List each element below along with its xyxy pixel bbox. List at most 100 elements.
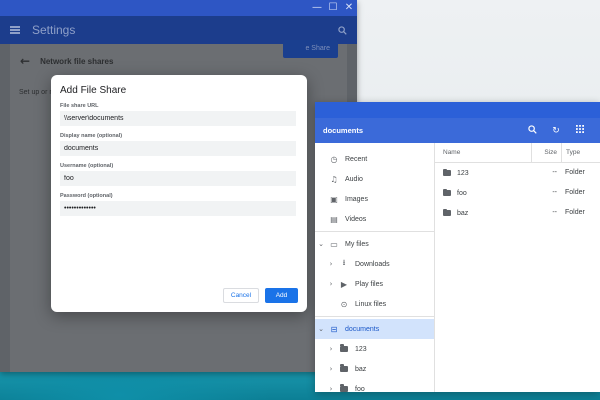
nav-label: foo <box>355 385 365 393</box>
file-type: Folder <box>565 189 585 196</box>
files-header: documents ↻ <box>315 118 600 143</box>
search-icon[interactable] <box>520 124 544 137</box>
display-name-label: Display name (optional) <box>60 133 123 139</box>
close-icon[interactable]: ✕ <box>341 0 357 16</box>
nav-label: My files <box>345 240 369 248</box>
nav-item-images[interactable]: ▣ Images <box>315 189 434 209</box>
dialog-title: Add File Share <box>60 85 127 96</box>
video-icon: ▤ <box>330 214 338 224</box>
folder-icon <box>337 384 351 394</box>
display-name-input[interactable] <box>60 141 296 156</box>
minimize-icon[interactable]: — <box>309 0 325 16</box>
page-title: Network file shares <box>40 56 114 66</box>
column-header-size[interactable]: Size <box>531 143 561 162</box>
chevron-right-icon[interactable]: › <box>325 385 337 393</box>
nav-label: documents <box>345 325 380 333</box>
nav-label: Audio <box>345 175 363 183</box>
folder-icon <box>443 168 451 176</box>
nav-item-videos[interactable]: ▤ Videos <box>315 209 434 229</box>
folder-icon <box>443 208 451 216</box>
menu-icon[interactable] <box>10 26 20 34</box>
chevron-right-icon[interactable]: › <box>325 260 337 268</box>
setup-description: Set up or m <box>19 89 56 96</box>
username-label: Username (optional) <box>60 163 114 169</box>
column-header-type[interactable]: Type <box>561 143 600 162</box>
file-name: foo <box>457 189 467 197</box>
download-icon: ⭳ <box>342 258 346 267</box>
nav-label: Recent <box>345 155 368 163</box>
file-row[interactable]: baz -- Folder <box>435 203 600 223</box>
chevron-right-icon[interactable]: › <box>325 280 337 288</box>
folder-icon <box>337 364 351 374</box>
username-input[interactable] <box>60 171 296 186</box>
nav-item-folder-123[interactable]: › 123 <box>315 339 434 359</box>
nav-label: Downloads <box>355 260 390 268</box>
nav-item-folder-baz[interactable]: › baz <box>315 359 434 379</box>
refresh-icon[interactable]: ↻ <box>544 126 568 136</box>
play-icon: ▶ <box>340 279 348 289</box>
chevron-down-icon[interactable]: ⌄ <box>315 325 327 333</box>
back-arrow-icon[interactable]: ← <box>20 54 30 68</box>
add-file-share-button[interactable]: e Share <box>283 40 338 58</box>
nav-label: Images <box>345 195 368 203</box>
nav-item-documents[interactable]: ⌄ ⊟ documents <box>315 319 434 339</box>
files-main: ◷ Recent ♫ Audio ▣ Images ▤ Videos ⌄ ▭ M… <box>315 143 600 393</box>
nav-item-recent[interactable]: ◷ Recent <box>315 149 434 169</box>
cancel-button[interactable]: Cancel <box>223 288 259 303</box>
nav-label: baz <box>355 365 367 373</box>
file-name: 123 <box>457 169 469 177</box>
nav-label: 123 <box>355 345 367 353</box>
divider <box>315 316 434 317</box>
file-name-cell: foo <box>435 188 531 197</box>
nav-item-folder-foo[interactable]: › foo <box>315 379 434 399</box>
nav-label: Linux files <box>355 300 387 308</box>
file-row[interactable]: 123 -- Folder <box>435 163 600 183</box>
maximize-icon[interactable]: ☐ <box>325 0 341 16</box>
chevron-right-icon[interactable]: › <box>325 365 337 373</box>
nav-item-play-files[interactable]: › ▶ Play files <box>315 274 434 294</box>
files-window: documents ↻ ◷ Recent ♫ Audio ▣ Images ▤ … <box>315 102 600 393</box>
password-label: Password (optional) <box>60 193 113 199</box>
files-titlebar <box>315 102 600 118</box>
nav-item-my-files[interactable]: ⌄ ▭ My files <box>315 234 434 254</box>
nav-label: Videos <box>345 215 367 223</box>
file-name-cell: 123 <box>435 168 531 177</box>
column-header-name[interactable]: Name <box>435 149 531 156</box>
file-list: Name Size Type 123 -- Folder foo -- Fold… <box>435 143 600 392</box>
settings-titlebar: — ☐ ✕ <box>0 0 357 16</box>
folder-icon <box>443 188 451 196</box>
nav-item-audio[interactable]: ♫ Audio <box>315 169 434 189</box>
file-type: Folder <box>565 209 585 216</box>
file-name: baz <box>457 209 469 217</box>
audio-icon: ♫ <box>330 174 338 184</box>
settings-title: Settings <box>32 23 76 37</box>
add-file-share-dialog: Add File Share File share URL Display na… <box>51 75 307 312</box>
chevron-down-icon[interactable]: ⌄ <box>315 240 327 248</box>
share-url-input[interactable] <box>60 111 296 126</box>
file-row[interactable]: foo -- Folder <box>435 183 600 203</box>
file-name-cell: baz <box>435 208 531 217</box>
divider <box>315 231 434 232</box>
dialog-actions: Cancel Add <box>223 288 298 303</box>
file-size: -- <box>552 169 557 176</box>
chevron-right-icon[interactable]: › <box>325 345 337 353</box>
file-list-header: Name Size Type <box>435 143 600 163</box>
image-icon: ▣ <box>330 194 338 204</box>
grid-view-icon[interactable] <box>568 125 592 136</box>
nav-label: Play files <box>355 280 384 288</box>
file-size: -- <box>552 189 557 196</box>
folder-icon <box>337 344 351 354</box>
clock-icon: ◷ <box>330 154 338 164</box>
file-type: Folder <box>565 169 585 176</box>
file-size: -- <box>552 209 557 216</box>
files-navigation: ◷ Recent ♫ Audio ▣ Images ▤ Videos ⌄ ▭ M… <box>315 143 435 393</box>
current-folder-title: documents <box>323 126 364 135</box>
nav-item-linux-files[interactable]: ⊙ Linux files <box>315 294 434 314</box>
password-input[interactable] <box>60 201 296 216</box>
search-icon[interactable] <box>338 25 347 35</box>
linux-icon: ⊙ <box>340 299 348 309</box>
add-button[interactable]: Add <box>265 288 298 303</box>
computer-icon: ▭ <box>330 239 338 249</box>
network-share-icon: ⊟ <box>330 324 338 334</box>
nav-item-downloads[interactable]: › ⭳ Downloads <box>315 254 434 274</box>
